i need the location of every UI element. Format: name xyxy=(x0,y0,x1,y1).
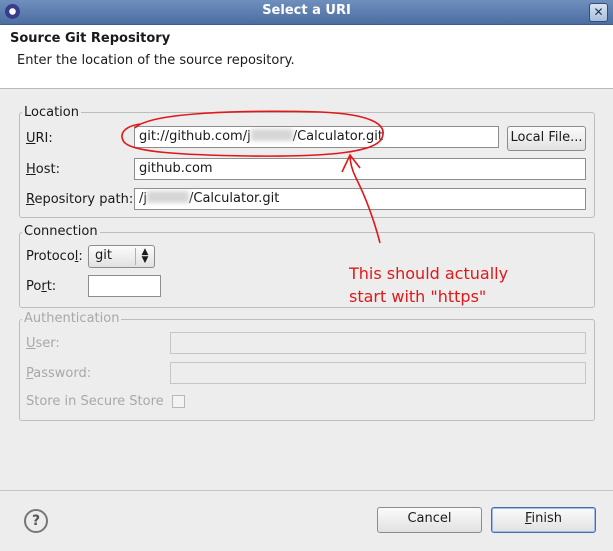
help-icon[interactable]: ? xyxy=(24,509,48,533)
annotation-circle xyxy=(121,110,384,157)
annotation-text: This should actually start with "https" xyxy=(349,262,508,308)
annotation-line-1: This should actually xyxy=(349,264,509,283)
footer-separator xyxy=(0,490,613,491)
annotation-arrow-line xyxy=(349,154,381,244)
annotation-line-2: start with "https" xyxy=(349,287,487,306)
cancel-button[interactable]: Cancel xyxy=(377,507,482,533)
annotation-drawing xyxy=(121,110,384,244)
finish-button[interactable]: Finish xyxy=(491,507,596,533)
